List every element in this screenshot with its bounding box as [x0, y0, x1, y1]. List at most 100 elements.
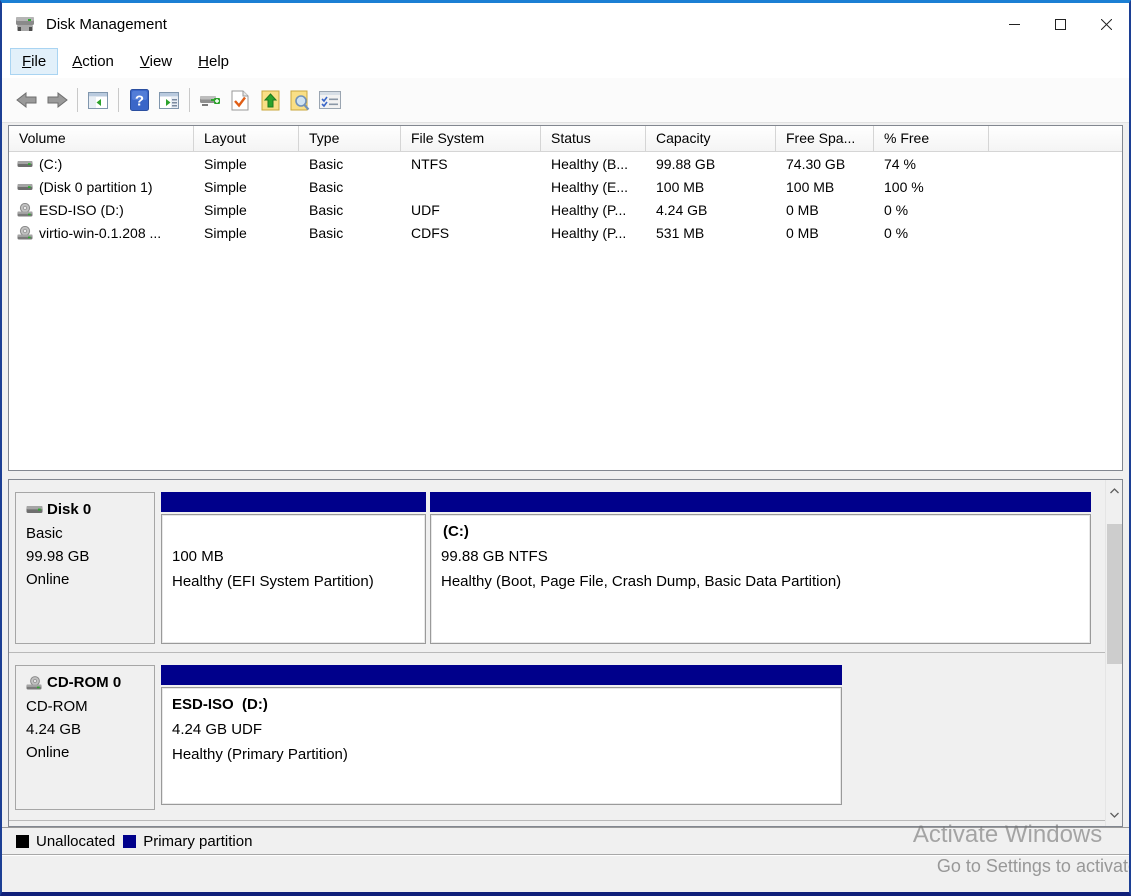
cell-status: Healthy (P... — [541, 225, 646, 241]
graphical-view-pane: Disk 0 Basic 99.98 GB Online 100 MB H — [8, 479, 1123, 827]
back-icon[interactable] — [12, 85, 42, 115]
action-pane-icon[interactable] — [154, 85, 184, 115]
properties-icon[interactable] — [315, 85, 345, 115]
partition-status: Healthy (Primary Partition) — [172, 742, 831, 767]
primary-partition-swatch — [123, 835, 136, 848]
cell-layout: Simple — [194, 202, 299, 218]
column-header-pct-free[interactable]: % Free — [874, 126, 989, 151]
cell-file-system: UDF — [401, 202, 541, 218]
folder-search-icon[interactable] — [285, 85, 315, 115]
partition-esd-iso[interactable]: ESD-ISO (D:) 4.24 GB UDF Healthy (Primar… — [161, 665, 842, 805]
console-tree-icon[interactable] — [83, 85, 113, 115]
minimize-button[interactable] — [991, 3, 1037, 45]
cell-pct-free: 0 % — [874, 202, 989, 218]
table-row[interactable]: ESD-ISO (D:) Simple Basic UDF Healthy (P… — [9, 198, 1122, 221]
column-header-blank — [989, 126, 1122, 151]
cell-file-system: NTFS — [401, 156, 541, 172]
pane-splitter[interactable] — [8, 471, 1123, 479]
partition-name: (C:) — [441, 519, 1080, 544]
cell-pct-free: 0 % — [874, 225, 989, 241]
disk0-row: Disk 0 Basic 99.98 GB Online 100 MB H — [9, 480, 1105, 653]
cell-layout: Simple — [194, 179, 299, 195]
scroll-up-icon[interactable] — [1106, 482, 1123, 500]
legend-unallocated: Unallocated — [16, 833, 115, 850]
disk-kind: CD-ROM — [26, 695, 148, 718]
cell-type: Basic — [299, 202, 401, 218]
partition-c[interactable]: (C:) 99.88 GB NTFS Healthy (Boot, Page F… — [430, 492, 1091, 644]
cell-capacity: 4.24 GB — [646, 202, 776, 218]
column-header-volume[interactable]: Volume — [9, 126, 194, 151]
help-icon[interactable]: ? — [124, 85, 154, 115]
partition-size: 4.24 GB UDF — [172, 717, 831, 742]
client-area: Volume Layout Type File System Status Ca… — [2, 123, 1129, 890]
disk-management-app-icon — [14, 13, 36, 35]
cell-type: Basic — [299, 156, 401, 172]
scrollbar-thumb[interactable] — [1107, 524, 1122, 664]
menu-action[interactable]: Action — [60, 48, 126, 75]
partition-color-bar — [161, 492, 426, 512]
column-header-capacity[interactable]: Capacity — [646, 126, 776, 151]
unallocated-swatch — [16, 835, 29, 848]
rescan-disks-icon[interactable] — [195, 85, 225, 115]
close-button[interactable] — [1083, 3, 1129, 45]
cell-free-space: 74.30 GB — [776, 156, 874, 172]
column-header-status[interactable]: Status — [541, 126, 646, 151]
maximize-button[interactable] — [1037, 3, 1083, 45]
menu-help[interactable]: Help — [186, 48, 241, 75]
forward-icon[interactable] — [42, 85, 72, 115]
menu-bar: File Action View Help — [2, 45, 1129, 78]
volume-table-header: Volume Layout Type File System Status Ca… — [9, 126, 1122, 152]
partition-efi[interactable]: 100 MB Healthy (EFI System Partition) — [161, 492, 426, 644]
column-header-layout[interactable]: Layout — [194, 126, 299, 151]
menu-view[interactable]: View — [128, 48, 184, 75]
cell-status: Healthy (P... — [541, 202, 646, 218]
cell-free-space: 0 MB — [776, 202, 874, 218]
table-row[interactable]: virtio-win-0.1.208 ... Simple Basic CDFS… — [9, 221, 1122, 244]
column-header-type[interactable]: Type — [299, 126, 401, 151]
partition-size: 100 MB — [172, 544, 415, 569]
scroll-down-icon[interactable] — [1106, 806, 1123, 824]
cell-layout: Simple — [194, 156, 299, 172]
vertical-scrollbar[interactable] — [1105, 480, 1122, 826]
volume-name: (Disk 0 partition 1) — [39, 179, 153, 195]
folder-up-icon[interactable] — [255, 85, 285, 115]
column-header-free-space[interactable]: Free Spa... — [776, 126, 874, 151]
cell-file-system: CDFS — [401, 225, 541, 241]
disk-name: Disk 0 — [47, 501, 91, 518]
check-disk-icon[interactable] — [225, 85, 255, 115]
partition-status: Healthy (EFI System Partition) — [172, 569, 415, 594]
disk-size: 99.98 GB — [26, 545, 148, 568]
table-row[interactable]: (Disk 0 partition 1) Simple Basic Health… — [9, 175, 1122, 198]
cdrom0-label[interactable]: CD-ROM 0 CD-ROM 4.24 GB Online — [15, 665, 155, 810]
cell-capacity: 100 MB — [646, 179, 776, 195]
legend-primary-partition: Primary partition — [123, 833, 252, 850]
cd-rom-icon — [26, 676, 43, 690]
disk-management-window: Disk Management File Action View Help — [0, 0, 1131, 896]
status-bar — [2, 855, 1129, 890]
volume-name: ESD-ISO (D:) — [39, 202, 124, 218]
disk-name: CD-ROM 0 — [47, 674, 121, 691]
column-header-file-system[interactable]: File System — [401, 126, 541, 151]
disk0-label[interactable]: Disk 0 Basic 99.98 GB Online — [15, 492, 155, 644]
partition-color-bar — [161, 665, 842, 685]
legend-label: Primary partition — [143, 833, 252, 850]
toolbar-separator — [189, 88, 190, 112]
cd-icon — [17, 203, 33, 217]
disk-state: Online — [26, 568, 148, 591]
disk-kind: Basic — [26, 522, 148, 545]
table-row[interactable]: (C:) Simple Basic NTFS Healthy (B... 99.… — [9, 152, 1122, 175]
cell-layout: Simple — [194, 225, 299, 241]
cell-type: Basic — [299, 225, 401, 241]
partition-name: ESD-ISO (D:) — [172, 692, 831, 717]
drive-icon — [17, 181, 33, 193]
menu-file[interactable]: File — [10, 48, 58, 75]
cell-status: Healthy (E... — [541, 179, 646, 195]
cell-free-space: 0 MB — [776, 225, 874, 241]
toolbar-separator — [77, 88, 78, 112]
cell-type: Basic — [299, 179, 401, 195]
cell-pct-free: 100 % — [874, 179, 989, 195]
cdrom0-row: CD-ROM 0 CD-ROM 4.24 GB Online ESD-ISO (… — [9, 653, 1105, 821]
partition-name — [172, 519, 415, 544]
svg-text:?: ? — [134, 93, 143, 110]
partition-status: Healthy (Boot, Page File, Crash Dump, Ba… — [441, 569, 1080, 594]
